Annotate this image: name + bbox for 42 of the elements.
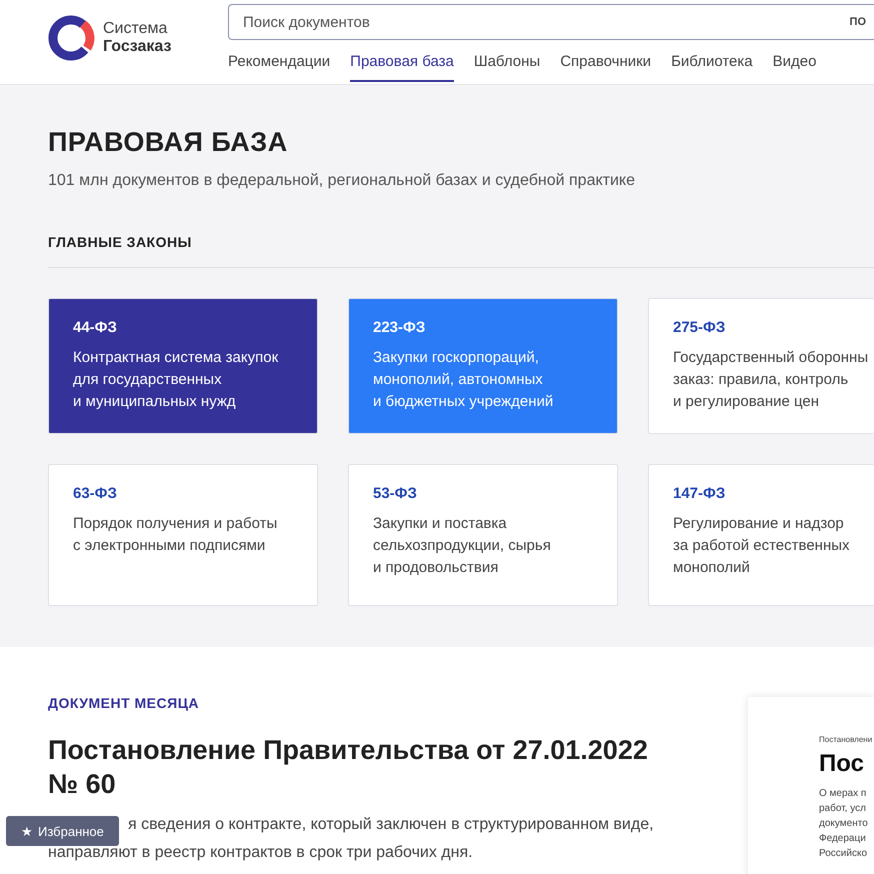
nav-tab[interactable]: Библиотека [671,46,753,82]
law-code: 223-ФЗ [373,319,426,336]
law-card[interactable]: 223-ФЗ Закупки госкорпораций, монополий, автономных и бюджетных учреждений [348,298,618,434]
nav-tab[interactable]: Правовая база [350,46,454,82]
document-preview[interactable]: Постановлени Пос О мерах п работ, усл документо Федераци Российско [748,697,874,874]
law-code: 53-ФЗ [373,485,417,502]
nav-tab[interactable]: Шаблоны [474,46,540,82]
section-label: ДОКУМЕНТ МЕСЯЦА [48,695,200,711]
law-code: 63-ФЗ [73,485,117,502]
nav-tab[interactable]: Рекомендации [228,46,330,82]
star-icon: ★ [21,824,33,838]
law-card[interactable]: 63-ФЗ Порядок получения и работы с электронными подписями [48,464,318,606]
page-subtitle: 101 млн документов в федеральной, региональной базах и судебной практике [48,172,636,190]
law-code: 147-ФЗ [673,485,726,502]
search-scope[interactable]: ПО [850,16,868,28]
law-description: Регулирование и надзор за работой естественных монополий [673,514,851,578]
document-title: Постановление Правительства от 27.01.2022 № 60 [48,734,649,801]
preview-text: О мерах п работ, усл документо Федераци Российско [819,787,869,861]
law-card[interactable]: 44-ФЗ Контрактная система закупок для государственных и муниципальных нужд [48,298,318,434]
page-title: ПРАВОВАЯ БАЗА [48,127,289,158]
logo-icon [47,14,95,62]
law-code: 44-ФЗ [73,319,117,336]
law-description: Контрактная система закупок для государственных и муниципальных нужд [73,348,280,412]
nav-tab[interactable]: Справочники [560,46,652,82]
law-card[interactable]: 275-ФЗ Государственный оборонны заказ: правила, контроль и регулирование цен [648,298,874,434]
nav-tab[interactable]: Видео [772,46,816,82]
preview-title: Пос [819,750,865,778]
favorites-button[interactable]: ★ Избранное [6,816,119,846]
law-card[interactable]: 147-ФЗ Регулирование и надзор за работой естественных монополий [648,464,874,606]
logo-text: Госзаказ [103,38,172,56]
preview-caption: Постановлени [819,735,874,744]
section-title: ГЛАВНЫЕ ЗАКОНЫ [48,234,874,268]
search-field[interactable]: Поиск документов ПО [228,4,874,40]
document-summary-line: я сведения о контракте, который заключен в структурированном виде, [128,815,654,835]
law-card[interactable]: 53-ФЗ Закупки и поставка сельхозпродукции, сырья и продовольствия [348,464,618,606]
logo-text: Система [103,20,168,38]
law-description: Закупки госкорпораций, монополий, автономных и бюджетных учреждений [373,348,554,412]
law-description: Закупки и поставка сельхозпродукции, сырья и продовольствия [373,514,552,578]
law-description: Порядок получения и работы с электронными подписями [73,514,278,556]
document-summary-line: направляют в реестр контрактов в срок три рабочих дня. [48,843,473,863]
law-code: 275-ФЗ [673,319,726,336]
law-description: Государственный оборонны заказ: правила, контроль и регулирование цен [673,348,870,412]
